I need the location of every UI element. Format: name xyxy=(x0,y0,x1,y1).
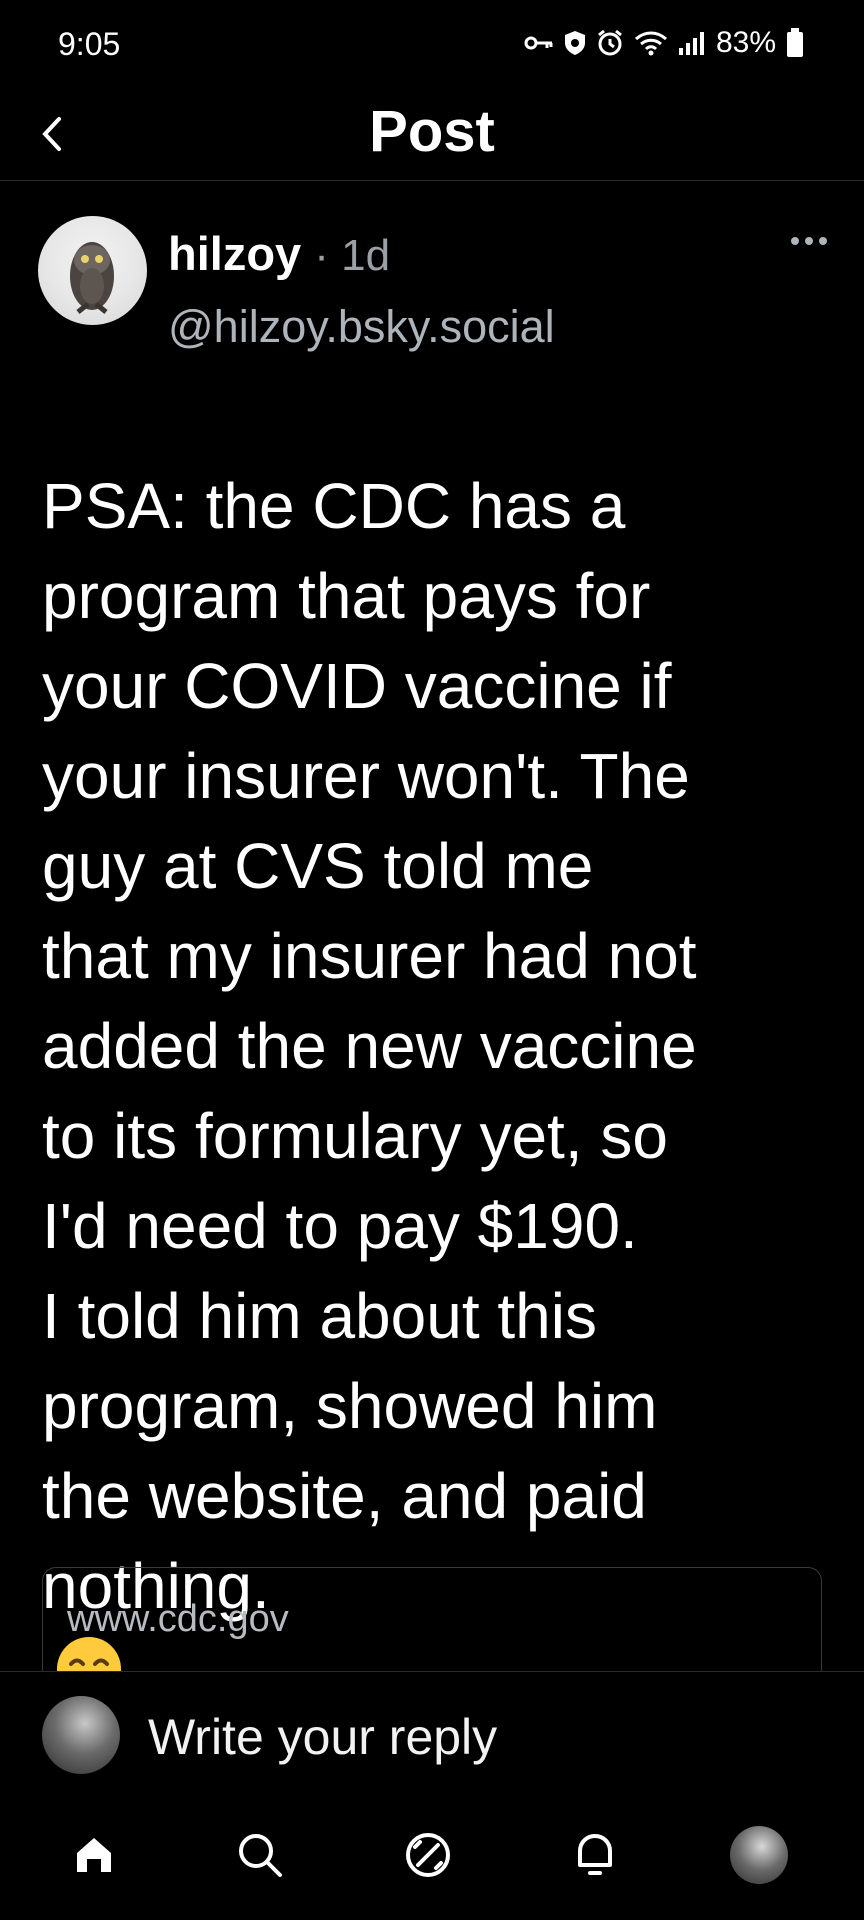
nav-notifications[interactable] xyxy=(553,1813,637,1897)
nav-home[interactable] xyxy=(52,1813,136,1897)
link-preview-card[interactable]: www.cdc.gov xyxy=(42,1567,822,1671)
nav-profile[interactable] xyxy=(717,1813,801,1897)
status-icons: 83% xyxy=(524,26,804,60)
post-header: Post xyxy=(0,96,864,181)
post-text: PSA: the CDC has a program that pays for… xyxy=(42,470,697,1622)
nav-feeds[interactable] xyxy=(386,1813,470,1897)
feeds-icon xyxy=(406,1833,450,1877)
more-horizontal-icon xyxy=(791,237,827,245)
signal-icon xyxy=(678,32,704,55)
home-icon xyxy=(77,1838,111,1872)
post-time: · 1d xyxy=(314,231,391,280)
battery-icon xyxy=(787,28,803,57)
wifi-icon xyxy=(634,31,667,56)
alarm-icon xyxy=(598,29,622,56)
reply-bar[interactable]: Write your reply xyxy=(0,1671,864,1796)
author-line: hilzoy · 1d xyxy=(168,226,390,281)
nav-search[interactable] xyxy=(218,1813,302,1897)
search-icon xyxy=(239,1834,282,1877)
post-detail: hilzoy · 1d @hilzoy.bsky.social PSA: the… xyxy=(0,181,864,1671)
reply-input[interactable]: Write your reply xyxy=(148,1708,497,1766)
author-avatar[interactable] xyxy=(38,216,147,325)
more-options-button[interactable] xyxy=(788,231,830,251)
author-handle[interactable]: @hilzoy.bsky.social xyxy=(168,301,555,353)
page-title: Post xyxy=(369,99,495,164)
shield-icon xyxy=(564,31,585,55)
author-name[interactable]: hilzoy xyxy=(168,227,301,280)
vpn-key-icon xyxy=(524,36,553,50)
link-domain: www.cdc.gov xyxy=(67,1598,289,1640)
status-bar: 9:05 83% xyxy=(0,0,864,96)
battery-percentage: 83% xyxy=(715,26,776,59)
owl-avatar-image xyxy=(70,242,114,314)
profile-avatar xyxy=(730,1826,788,1884)
bottom-navigation xyxy=(0,1795,864,1920)
reply-avatar xyxy=(42,1696,120,1774)
post-body: PSA: the CDC has a program that pays for… xyxy=(42,371,842,1671)
notifications-icon xyxy=(578,1834,612,1875)
status-time: 9:05 xyxy=(58,26,121,62)
